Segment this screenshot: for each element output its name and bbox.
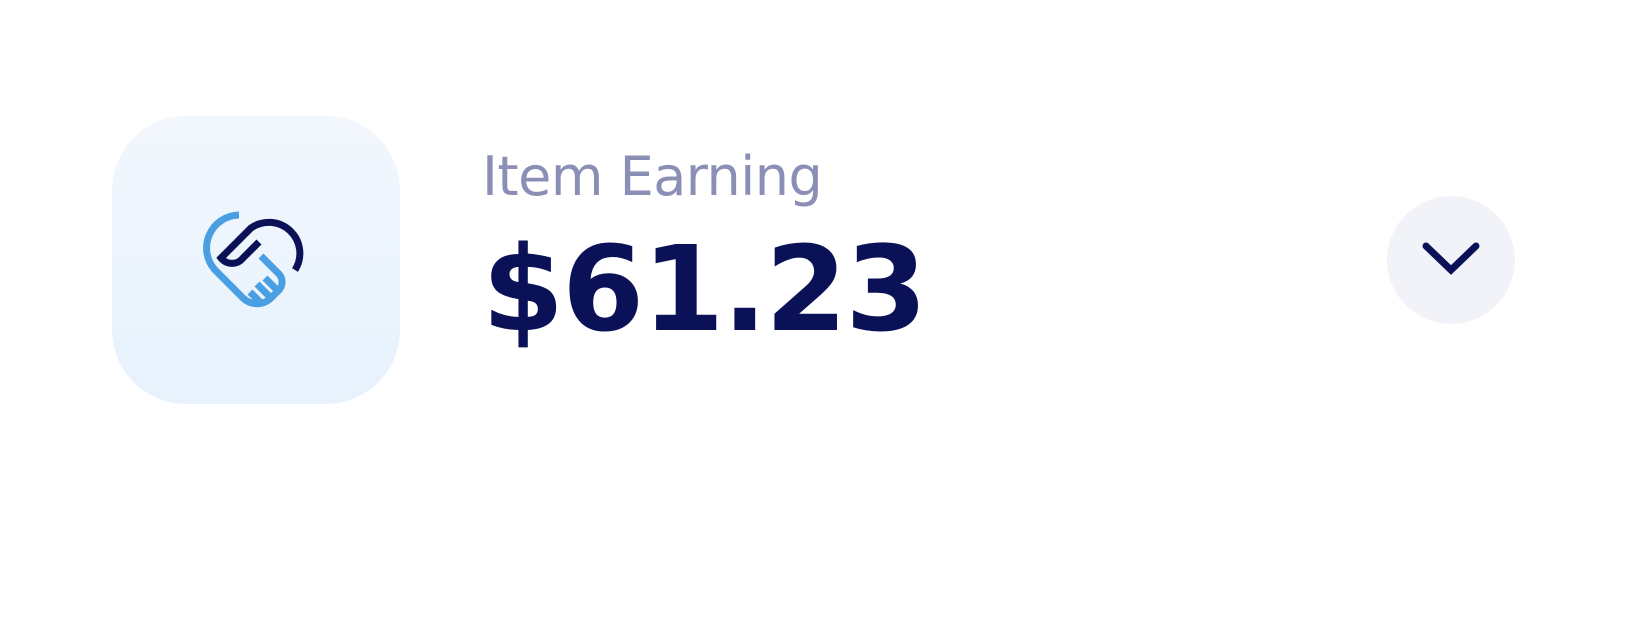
- icon-tile: [112, 116, 400, 404]
- handshake-icon: [197, 206, 315, 314]
- item-earning-label: Item Earning: [482, 145, 823, 208]
- earning-info: Item Earning $61.23: [482, 145, 927, 358]
- expand-button[interactable]: [1387, 196, 1515, 324]
- chevron-down-icon: [1422, 242, 1480, 278]
- item-earning-value: $61.23: [482, 220, 927, 358]
- item-earning-card: Item Earning $61.23: [0, 0, 1640, 640]
